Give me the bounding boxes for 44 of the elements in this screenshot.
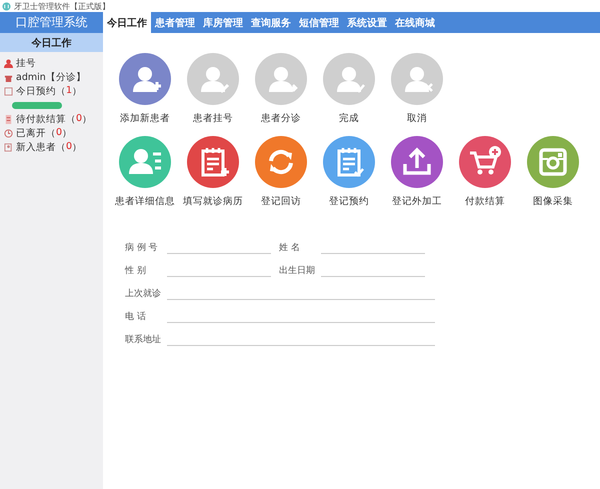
clock-icon: [4, 128, 13, 138]
sidebar-item[interactable]: 已离开（0）: [16, 126, 72, 140]
cart-icon[interactable]: [459, 136, 511, 188]
refresh-icon[interactable]: [255, 136, 307, 188]
action-label[interactable]: 登记回访: [261, 195, 301, 208]
nav-tab[interactable]: 短信管理: [295, 12, 343, 33]
field-label: 出生日期: [279, 264, 316, 277]
action-label[interactable]: 登记外加工: [392, 195, 442, 208]
upload-icon[interactable]: [391, 136, 443, 188]
nav-tab[interactable]: 系统设置: [343, 12, 391, 33]
nav-tab[interactable]: 患者管理: [151, 12, 199, 33]
nav-tab[interactable]: 库房管理: [199, 12, 247, 33]
note-check-icon[interactable]: [323, 136, 375, 188]
action-label[interactable]: 图像采集: [533, 195, 573, 208]
action-label[interactable]: 登记预约: [329, 195, 369, 208]
person-list-icon[interactable]: [119, 136, 171, 188]
field-label: 姓 名: [279, 242, 301, 254]
field-label: 性 别: [125, 264, 147, 277]
action-label[interactable]: 付款结算: [465, 195, 505, 208]
sidebar-item[interactable]: 挂号: [16, 56, 36, 70]
window-title: 牙卫士管理软件【正式版】: [14, 0, 110, 12]
field-label: 联系地址: [125, 334, 162, 346]
app-logo-icon: [2, 2, 11, 10]
action-label[interactable]: 患者详细信息: [115, 195, 175, 208]
nav-tab[interactable]: 在线商城: [391, 12, 439, 33]
sidebar-item[interactable]: 今日预约（1）: [16, 84, 82, 98]
document-icon: [4, 114, 13, 124]
scribble-mark: [12, 102, 62, 108]
note-plus-icon[interactable]: [187, 136, 239, 188]
calendar-icon: [4, 86, 13, 96]
nav-tab[interactable]: 查询服务: [247, 12, 295, 33]
nav-tab[interactable]: 今日工作: [103, 12, 151, 33]
sidebar-header: 今日工作: [0, 33, 103, 52]
camera-icon[interactable]: [527, 136, 579, 188]
field-label: 电 话: [125, 310, 147, 323]
sidebar-item[interactable]: 待付款结算（0）: [16, 112, 92, 126]
app-title: 口腔管理系统: [14, 14, 88, 31]
sidebar-item[interactable]: admin【分诊】: [16, 70, 86, 84]
field-label: 病 例 号: [125, 242, 159, 254]
field-label: 上次就诊: [125, 288, 162, 300]
action-label[interactable]: 添加新患者: [120, 112, 170, 125]
action-label[interactable]: 填写就诊病历: [183, 195, 243, 208]
sidebar-item[interactable]: 新入患者（0）: [16, 140, 82, 154]
person-plus-icon[interactable]: [119, 53, 171, 105]
